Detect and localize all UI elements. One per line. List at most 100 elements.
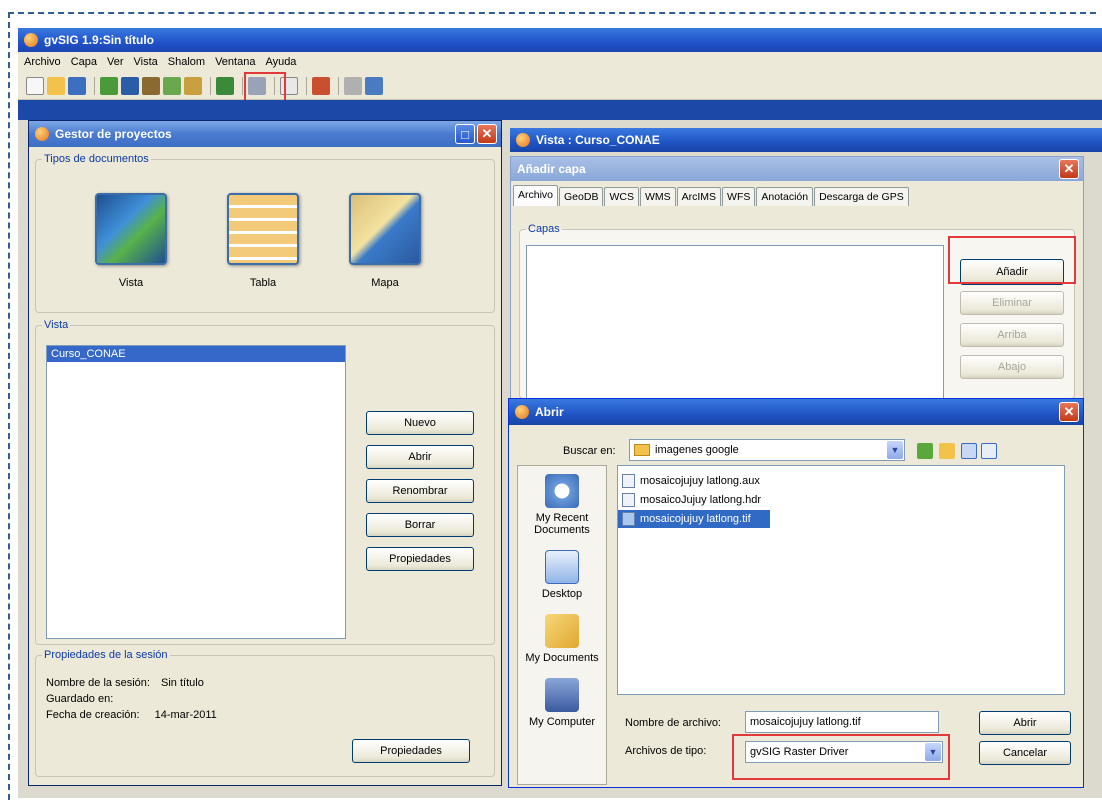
doc-type-tabla[interactable]: Tabla: [218, 193, 308, 289]
nuevo-button[interactable]: Nuevo: [366, 411, 474, 435]
tab-archivo[interactable]: Archivo: [513, 185, 559, 206]
tabla-icon: [227, 193, 299, 265]
chevron-down-icon[interactable]: ▼: [887, 441, 903, 459]
menu-ventana[interactable]: Ventana: [215, 56, 255, 68]
new-project-icon[interactable]: [26, 76, 44, 95]
abajo-button[interactable]: Abajo: [960, 355, 1064, 379]
filetype-label: Archivos de tipo:: [625, 745, 707, 757]
up-folder-icon[interactable]: [917, 443, 933, 459]
select-tool-icon[interactable]: [184, 76, 202, 95]
toolbar-separator: [210, 76, 211, 95]
tab-arcims[interactable]: ArcIMS: [676, 187, 722, 206]
close-button[interactable]: ✕: [1059, 159, 1079, 179]
capas-legend: Capas: [528, 223, 560, 235]
place-label: My Documents: [525, 652, 599, 664]
my-computer-icon: [545, 678, 579, 712]
image-file-icon: [622, 512, 635, 526]
tab-wcs[interactable]: WCS: [604, 187, 639, 206]
mapa-icon: [349, 193, 421, 265]
layers-list[interactable]: [526, 245, 944, 405]
place-recent-documents[interactable]: My Recent Documents: [518, 474, 606, 536]
open-folder-icon[interactable]: [47, 76, 65, 95]
open-button[interactable]: Abrir: [979, 711, 1071, 735]
creation-date-value: 14-mar-2011: [154, 709, 217, 721]
file-item-selected[interactable]: mosaicojujuy latlong.tif: [618, 510, 770, 528]
cancel-button[interactable]: Cancelar: [979, 741, 1071, 765]
file-item[interactable]: mosaicojujuy latlong.aux: [618, 472, 1064, 490]
propiedades-button[interactable]: Propiedades: [366, 547, 474, 571]
raster-tool-icon[interactable]: [121, 76, 139, 95]
new-folder-icon[interactable]: [939, 443, 955, 459]
list-item[interactable]: Curso_CONAE: [47, 346, 345, 362]
list-view-icon[interactable]: [961, 443, 977, 459]
abrir-button[interactable]: Abrir: [366, 445, 474, 469]
details-view-icon[interactable]: [981, 443, 997, 459]
session-properties-group: Propiedades de la sesión Nombre de la se…: [35, 649, 495, 777]
doc-type-label: Mapa: [371, 277, 399, 289]
highlight-filetype-select: [732, 734, 950, 780]
look-in-label: Buscar en:: [563, 445, 616, 457]
folder-icon: [634, 444, 650, 456]
open-file-dialog: Abrir ✕ Buscar en: imagenes google ▼ My …: [508, 398, 1084, 788]
place-desktop[interactable]: Desktop: [518, 550, 606, 600]
session-propiedades-button[interactable]: Propiedades: [352, 739, 470, 763]
documents-list[interactable]: Curso_CONAE: [46, 345, 346, 639]
place-my-documents[interactable]: My Documents: [518, 614, 606, 664]
borrar-button[interactable]: Borrar: [366, 513, 474, 537]
tab-descarga-gps[interactable]: Descarga de GPS: [814, 187, 909, 206]
add-layer-tabs: Archivo GeoDB WCS WMS ArcIMS WFS Anotaci…: [513, 185, 910, 206]
menu-capa[interactable]: Capa: [71, 56, 97, 68]
binoculars-icon[interactable]: [142, 76, 160, 95]
vista-icon: [95, 193, 167, 265]
eliminar-button[interactable]: Eliminar: [960, 291, 1064, 315]
zoom-icon[interactable]: [365, 76, 383, 95]
tab-wms[interactable]: WMS: [639, 187, 676, 206]
tab-anotacion[interactable]: Anotación: [756, 187, 814, 206]
arriba-button[interactable]: Arriba: [960, 323, 1064, 347]
gvsig-logo-icon: [35, 127, 49, 141]
save-icon[interactable]: [68, 76, 86, 95]
filename-input[interactable]: mosaicojujuy latlong.tif: [745, 711, 939, 733]
gear-icon[interactable]: [163, 76, 181, 95]
place-label: Desktop: [541, 588, 583, 600]
file-icon: [622, 474, 635, 488]
print-icon[interactable]: [344, 76, 362, 95]
doc-type-vista[interactable]: Vista: [86, 193, 176, 289]
menu-vista[interactable]: Vista: [134, 56, 158, 68]
menu-ver[interactable]: Ver: [107, 56, 124, 68]
app-title: gvSIG 1.9:Sin título: [44, 33, 155, 47]
menu-ayuda[interactable]: Ayuda: [265, 56, 296, 68]
toolbar: [18, 72, 1102, 100]
gvsig-logo-icon: [516, 133, 530, 147]
tab-wfs[interactable]: WFS: [722, 187, 756, 206]
add-layer-icon[interactable]: [216, 76, 234, 95]
file-name: mosaicoJujuy latlong.hdr: [640, 494, 762, 506]
session-name-value: Sin título: [161, 677, 204, 689]
recent-documents-icon: [545, 474, 579, 508]
place-my-computer[interactable]: My Computer: [518, 678, 606, 728]
menu-archivo[interactable]: Archivo: [24, 56, 61, 68]
desktop-icon: [545, 550, 579, 584]
close-button[interactable]: ✕: [1059, 402, 1079, 422]
layer-tool-icon[interactable]: [100, 76, 118, 95]
session-name-label: Nombre de la sesión:: [46, 677, 150, 689]
close-button[interactable]: ✕: [477, 124, 497, 144]
file-list[interactable]: mosaicojujuy latlong.aux mosaicoJujuy la…: [617, 465, 1065, 695]
vista-legend: Vista: [44, 319, 69, 331]
project-manager-title: Gestor de proyectos: [55, 127, 172, 141]
menu-shalom[interactable]: Shalom: [168, 56, 205, 68]
tab-geodb[interactable]: GeoDB: [559, 187, 604, 206]
gvsig-logo-icon: [515, 405, 529, 419]
menubar: Archivo Capa Ver Vista Shalom Ventana Ay…: [18, 52, 1102, 72]
toolbar-separator: [338, 76, 339, 95]
doc-type-mapa[interactable]: Mapa: [340, 193, 430, 289]
maximize-button[interactable]: □: [455, 124, 475, 144]
places-bar: My Recent Documents Desktop My Documents…: [517, 465, 607, 785]
renombrar-button[interactable]: Renombrar: [366, 479, 474, 503]
tools-icon[interactable]: [312, 76, 330, 95]
file-item[interactable]: mosaicoJujuy latlong.hdr: [618, 491, 1064, 509]
toolbar-separator: [306, 76, 307, 95]
vista-window-title: Vista : Curso_CONAE: [536, 133, 660, 147]
look-in-select[interactable]: imagenes google ▼: [629, 439, 905, 461]
add-layer-title: Añadir capa: [517, 162, 586, 176]
